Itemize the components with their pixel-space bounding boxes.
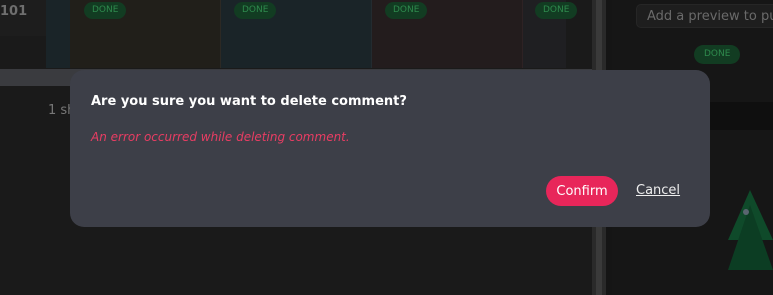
status-badge: DONE [694,45,741,64]
status-badge: DONE [385,2,428,19]
cancel-link[interactable]: Cancel [636,183,680,198]
delete-comment-dialog: Are you sure you want to delete comment?… [70,70,710,227]
status-badge: DONE [535,2,578,19]
preview-toolbar [708,102,773,130]
board-column [46,0,71,68]
row-id: 101 [0,4,28,19]
board-row: 101 DONE DONE DONE DONE [0,0,578,68]
preview-input[interactable]: Add a preview to pu [636,4,773,28]
error-message: An error occurred while deleting comment… [91,130,350,144]
dialog-title: Are you sure you want to delete comment? [91,94,407,109]
status-badge: DONE [84,2,127,19]
tree-illustration-icon [728,190,773,270]
status-badge: DONE [234,2,277,19]
confirm-button[interactable]: Confirm [546,176,618,206]
